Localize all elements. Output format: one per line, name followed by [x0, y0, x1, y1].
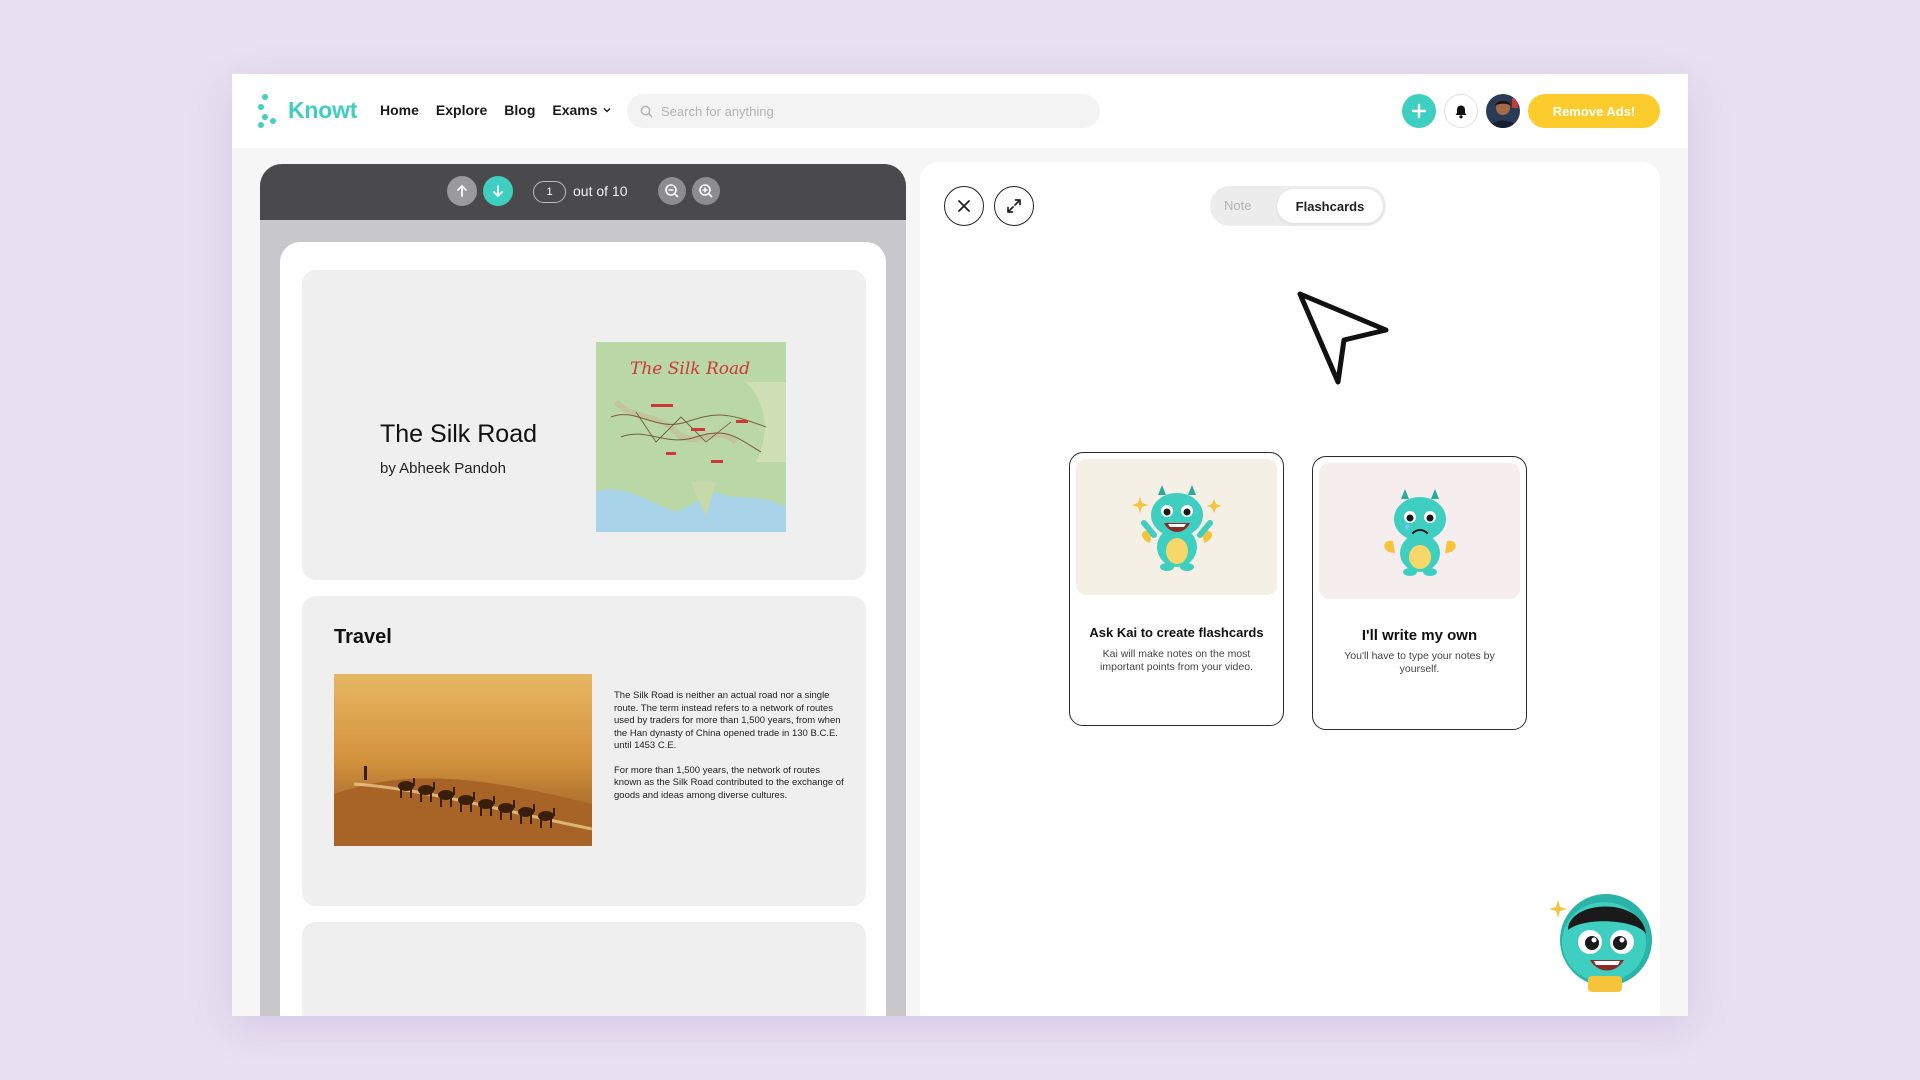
next-page-button[interactable] — [483, 176, 513, 206]
nav-exams-label: Exams — [552, 102, 598, 118]
plus-icon — [1411, 103, 1427, 119]
previous-page-button[interactable] — [447, 176, 477, 206]
close-button[interactable] — [944, 186, 984, 226]
desert-caravan-image — [334, 674, 592, 846]
search-input[interactable] — [661, 103, 1081, 119]
option-description: You'll have to type your notes by yourse… — [1344, 650, 1495, 675]
slide-next-card — [302, 922, 866, 1016]
expand-icon — [1007, 199, 1021, 213]
kai-sad-illustration — [1319, 463, 1520, 599]
tab-note[interactable]: Note — [1224, 198, 1251, 213]
knowt-logo[interactable]: Knowt — [258, 92, 357, 128]
option-description: Kai will make notes on the most importan… — [1100, 648, 1253, 673]
main-nav: Home Explore Blog Exams — [380, 102, 612, 118]
cursor-pointer-icon — [1297, 291, 1389, 385]
kai-happy-illustration — [1076, 459, 1277, 595]
zoom-out-button[interactable] — [658, 177, 686, 205]
search-bar[interactable] — [627, 94, 1100, 128]
option-title: Ask Kai to create flashcards — [1089, 625, 1264, 640]
nav-exams-dropdown[interactable]: Exams — [552, 102, 611, 118]
zoom-in-icon — [699, 184, 713, 198]
remove-ads-button[interactable]: Remove Ads! — [1528, 94, 1660, 128]
panel-content: Note Flashcards Ask Kai to create flashc… — [920, 162, 1660, 1016]
travel-body-text: The Silk Road is neither an actual road … — [614, 690, 846, 802]
user-avatar[interactable] — [1486, 94, 1520, 128]
page-number-input[interactable]: 1 — [533, 181, 566, 203]
arrow-up-icon — [457, 185, 467, 197]
viewer-toolbar: 1 out of 10 — [260, 164, 906, 220]
slide-title-card: The Silk Road by Abheek Pandoh The Silk … — [302, 270, 866, 580]
nav-home[interactable]: Home — [380, 102, 419, 118]
kai-chat-button[interactable] — [1546, 890, 1656, 994]
silk-road-map-image: The Silk Road — [596, 342, 786, 532]
zoom-in-button[interactable] — [692, 177, 720, 205]
slide-travel-card: Travel The Silk Road is neither an actua… — [302, 596, 866, 906]
chevron-down-icon — [603, 107, 611, 113]
write-own-option-card[interactable]: I'll write my own You'll have to type yo… — [1312, 456, 1527, 730]
top-nav: Knowt Home Explore Blog Exams Search for… — [232, 74, 1688, 148]
document-page: The Silk Road by Abheek Pandoh The Silk … — [280, 242, 886, 1016]
close-icon — [958, 200, 970, 212]
notifications-button[interactable] — [1444, 94, 1478, 128]
page-total-label: out of 10 — [573, 183, 628, 199]
zoom-out-icon — [665, 184, 679, 198]
bell-icon — [1455, 105, 1467, 118]
tab-flashcards[interactable]: Flashcards — [1277, 189, 1383, 223]
search-icon — [640, 105, 653, 118]
kai-mascot-icon — [1549, 894, 1652, 992]
ask-kai-option-card[interactable]: Ask Kai to create flashcards Kai will ma… — [1069, 452, 1284, 726]
slide-title: The Silk Road — [380, 420, 538, 448]
logo-text: Knowt — [288, 96, 358, 123]
expand-button[interactable] — [994, 186, 1034, 226]
nav-explore[interactable]: Explore — [436, 102, 487, 118]
slide-author: by Abheek Pandoh — [380, 460, 506, 477]
option-title: I'll write my own — [1361, 627, 1478, 644]
create-button[interactable] — [1402, 94, 1436, 128]
travel-heading: Travel — [334, 626, 392, 648]
note-flashcards-toggle: Note Flashcards — [1210, 186, 1386, 226]
map-handwritten-title: The Silk Road — [630, 359, 750, 379]
arrow-down-icon — [493, 185, 503, 197]
travel-paragraph: The Silk Road is neither an actual road … — [614, 690, 841, 751]
logo-dots-icon — [258, 92, 278, 128]
travel-paragraph: For more than 1,500 years, the network o… — [614, 764, 844, 801]
nav-blog[interactable]: Blog — [504, 102, 535, 118]
document-viewer: 1 out of 10 The Silk Road by Abheek Pand… — [260, 164, 906, 1016]
